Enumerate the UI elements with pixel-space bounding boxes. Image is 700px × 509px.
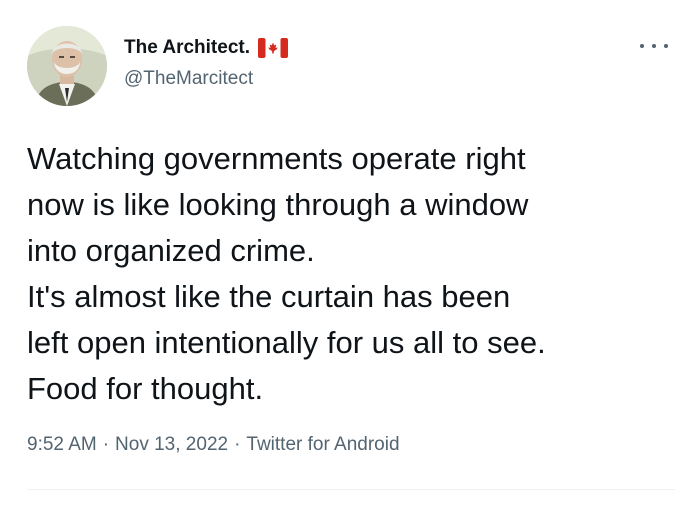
author-name-row: The Architect. <box>124 36 288 60</box>
tweet-date[interactable]: Nov 13, 2022 <box>115 434 228 456</box>
tweet-meta: 9:52 AM · Nov 13, 2022 · Twitter for And… <box>27 434 400 456</box>
tweet-text-line: Watching governments operate right <box>27 141 526 176</box>
meta-separator: · <box>102 434 110 455</box>
more-dot-icon <box>640 44 644 48</box>
tweet-time[interactable]: 9:52 AM <box>27 434 97 456</box>
user-handle[interactable]: @TheMarcitect <box>124 68 253 90</box>
avatar[interactable] <box>27 26 107 106</box>
tweet-text-line: now is like looking through a window <box>27 187 529 222</box>
tweet-text-line: left open intentionally for us all to se… <box>27 325 546 360</box>
display-name[interactable]: The Architect. <box>124 37 250 59</box>
meta-separator: · <box>234 434 241 455</box>
avatar-portrait-icon <box>27 26 107 106</box>
tweet-text-line: Food for thought. <box>27 371 264 406</box>
more-dot-icon <box>664 44 668 48</box>
canada-flag-icon <box>258 38 288 58</box>
tweet-text-line: into organized crime. <box>27 233 315 268</box>
divider <box>27 489 675 490</box>
tweet-text-line: It's almost like the curtain has been <box>27 279 511 314</box>
tweet-text: Watching governments operate right now i… <box>27 136 687 412</box>
more-dot-icon <box>652 44 656 48</box>
more-options-button[interactable] <box>640 36 668 56</box>
tweet-source[interactable]: Twitter for Android <box>246 434 399 456</box>
tweet-card: The Architect. @TheMarcitect Watching go… <box>0 0 700 509</box>
